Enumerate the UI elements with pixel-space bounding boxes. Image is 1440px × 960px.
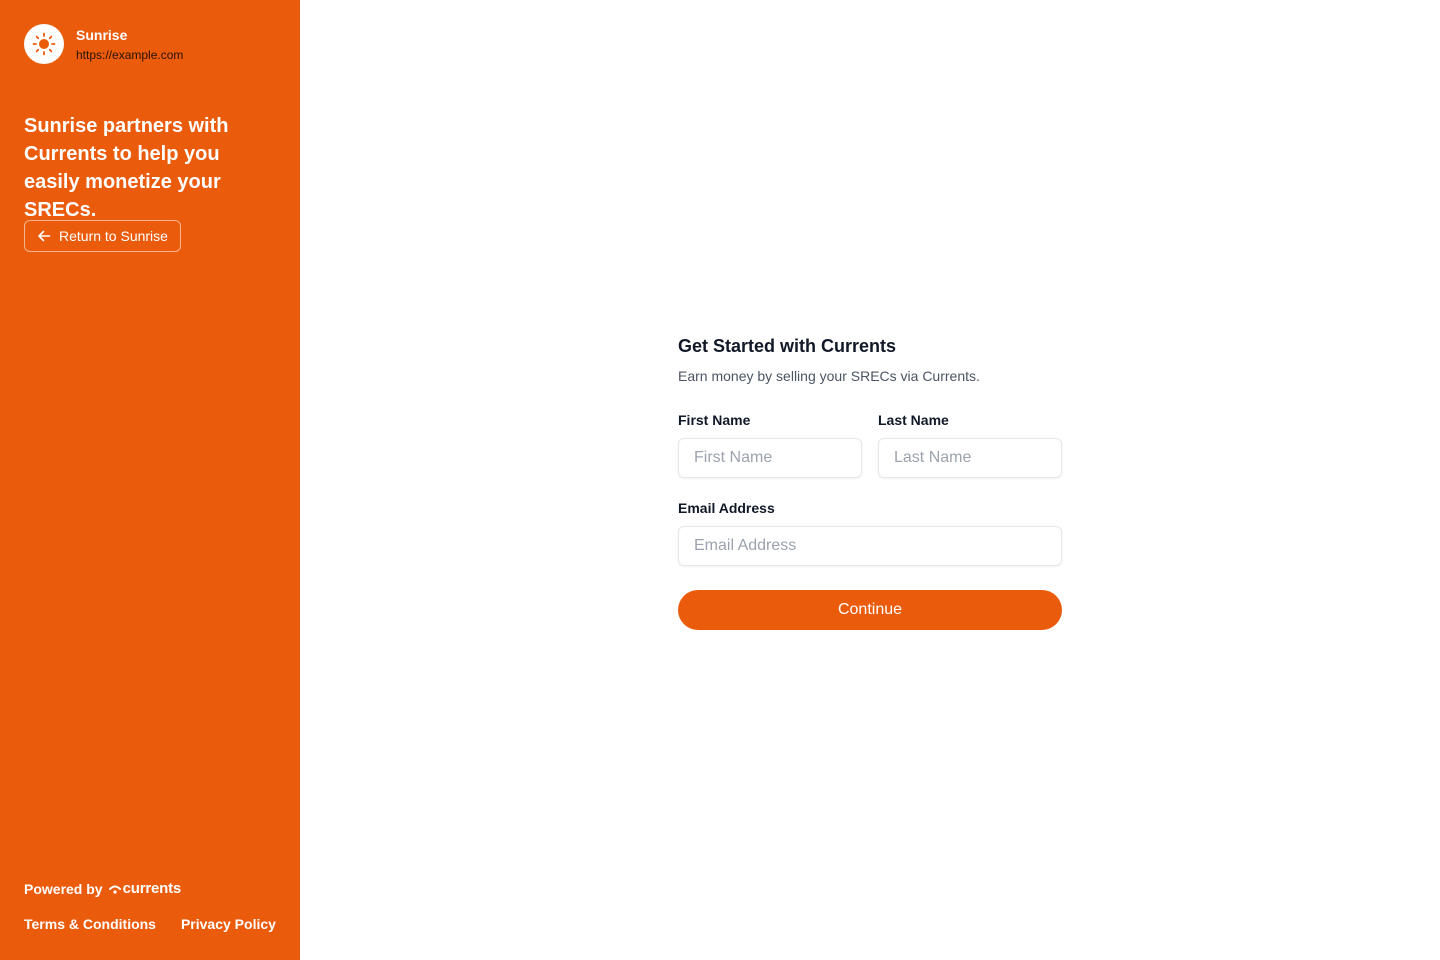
name-row: First Name Last Name — [678, 410, 1062, 478]
email-group: Email Address — [678, 498, 1062, 566]
form-title: Get Started with Currents — [678, 336, 897, 356]
form-subtitle: Earn money by selling your SRECs via Cur… — [678, 368, 980, 384]
currents-logo: currents — [108, 880, 182, 897]
privacy-link[interactable]: Privacy Policy — [181, 916, 276, 932]
sidebar-tagline: Sunrise partners with Currents to help y… — [24, 115, 229, 221]
powered-by: Powered by currents — [24, 880, 181, 897]
last-name-group: Last Name — [878, 410, 1062, 478]
continue-button[interactable]: Continue — [678, 590, 1062, 630]
currents-logo-icon — [108, 885, 121, 894]
brand-text: Sunrise https://example.com — [76, 25, 183, 63]
last-name-input[interactable] — [878, 438, 1062, 478]
return-button-label: Return to Sunrise — [59, 228, 168, 244]
return-to-sunrise-button[interactable]: Return to Sunrise — [24, 220, 181, 252]
arrow-left-icon — [37, 229, 51, 243]
brand-url: https://example.com — [76, 48, 184, 62]
currents-logo-text: currents — [122, 880, 182, 897]
sidebar: Sunrise https://example.com Sunrise part… — [0, 0, 300, 960]
signup-form: Get Started with Currents Earn money by … — [678, 334, 1062, 630]
email-label: Email Address — [678, 500, 775, 516]
brand: Sunrise https://example.com — [24, 24, 183, 64]
first-name-label: First Name — [678, 412, 751, 428]
first-name-input[interactable] — [678, 438, 862, 478]
terms-link[interactable]: Terms & Conditions — [24, 916, 156, 932]
first-name-group: First Name — [678, 410, 862, 478]
footer-links: Terms & Conditions Privacy Policy — [24, 916, 276, 932]
email-input[interactable] — [678, 526, 1062, 566]
powered-by-label: Powered by — [24, 880, 103, 897]
last-name-label: Last Name — [878, 412, 949, 428]
brand-name: Sunrise — [76, 27, 128, 43]
email-row: Email Address — [678, 498, 1062, 566]
sun-icon — [24, 24, 64, 64]
